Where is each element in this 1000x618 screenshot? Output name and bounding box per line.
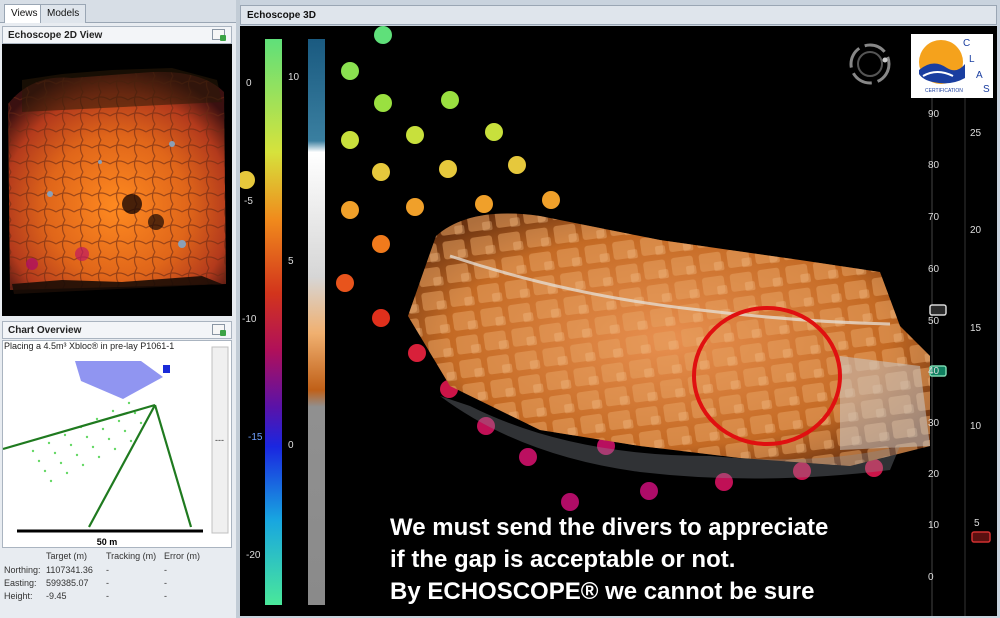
range-tick: 20 [928, 469, 940, 480]
placement-lines [2, 403, 193, 528]
height-error: - [164, 591, 167, 601]
range-tick: 0 [928, 572, 934, 583]
view3d-header: Echoscope 3D [240, 5, 997, 25]
tab-bar: Views Models [0, 0, 236, 23]
easting-error: - [164, 578, 167, 588]
compass-icon[interactable] [849, 43, 891, 85]
left-pane: Views Models Echoscope 2D View Chart Ove… [0, 0, 236, 618]
tab-models[interactable]: Models [40, 4, 87, 23]
view2d-title: Echoscope 2D View [8, 30, 103, 41]
northing-error: - [164, 565, 167, 575]
depth-tick: -20 [246, 550, 261, 561]
echoscope-2d-view[interactable] [2, 44, 232, 316]
intensity-tick: 0 [288, 440, 294, 451]
chart-overview-options-button[interactable] [212, 324, 226, 336]
logo-letter: S [983, 84, 990, 95]
sonar-2d-image [8, 68, 226, 294]
range-tick-secondary: 20 [970, 225, 982, 236]
logo-text: CERTIFICATION [925, 88, 963, 94]
intensity-tick: 5 [288, 256, 294, 267]
chart-overview-canvas[interactable]: --- 50 m [2, 340, 232, 548]
overlay-caption: We must send the divers to appreciate if… [390, 512, 828, 608]
range-tick-secondary: 25 [970, 128, 982, 139]
clas-certification-logo: C L A S CERTIFICATION [911, 34, 993, 98]
side-marker: --- [215, 435, 224, 445]
range-tick: 90 [928, 109, 940, 120]
depth-tick: -15 [248, 432, 263, 443]
tab-views[interactable]: Views [4, 4, 45, 23]
row-label-northing: Northing: [4, 565, 41, 575]
range-tick: 50 [928, 316, 940, 327]
scale-label: 50 m [97, 537, 118, 547]
intensity-color-bar [308, 39, 325, 605]
echoscope-3d-view[interactable]: 0 -5 -10 -15 -20 10 5 0 90 80 70 60 50 4… [240, 26, 997, 616]
table-header-tracking: Tracking (m) [106, 551, 157, 561]
range-marker-bottom [971, 531, 991, 543]
view2d-options-button[interactable] [212, 29, 226, 41]
position-table: Target (m) Tracking (m) Error (m) Northi… [2, 548, 232, 616]
logo-letter: L [969, 54, 975, 65]
table-header-target: Target (m) [46, 551, 88, 561]
range-tick: 70 [928, 212, 940, 223]
range-marker-top [929, 304, 947, 316]
range-tick-secondary: 5 [974, 518, 980, 529]
range-tick-secondary: 10 [970, 421, 982, 432]
vessel-shape [75, 361, 163, 399]
depth-tick: -10 [242, 314, 257, 325]
range-tick: 80 [928, 160, 940, 171]
caption-line: if the gap is acceptable or not. [390, 546, 736, 573]
caption-line: We must send the divers to appreciate [390, 514, 829, 541]
logo-letter: A [976, 70, 983, 81]
table-header-error: Error (m) [164, 551, 200, 561]
chart-overview-title: Chart Overview [8, 325, 82, 336]
chart-overview-plot: --- 50 m [2, 346, 229, 547]
range-tick: 10 [928, 520, 940, 531]
range-tick: 60 [928, 264, 940, 275]
height-tracking: - [106, 591, 109, 601]
row-label-easting: Easting: [4, 578, 37, 588]
easting-tracking: - [106, 578, 109, 588]
depth-tick: -5 [244, 196, 253, 207]
target-marker [163, 365, 170, 373]
range-tick: 40 [928, 366, 940, 377]
intensity-tick: 10 [288, 72, 300, 83]
range-tick: 30 [928, 418, 940, 429]
depth-tick: 0 [246, 78, 252, 89]
northing-tracking: - [106, 565, 109, 575]
depth-color-bar [265, 39, 282, 605]
logo-letter: C [963, 38, 971, 49]
height-target: -9.45 [46, 591, 67, 601]
easting-target: 599385.07 [46, 578, 89, 588]
row-label-height: Height: [4, 591, 33, 601]
range-tick-secondary: 15 [970, 323, 982, 334]
chart-overview-header: Chart Overview [2, 321, 232, 339]
chart-overview-subtitle: Placing a 4.5m³ Xbloc® in pre-lay P1061-… [4, 341, 175, 351]
caption-line: By ECHOSCOPE® we cannot be sure [390, 578, 815, 605]
view3d-title: Echoscope 3D [247, 10, 316, 21]
northing-target: 1107341.36 [46, 565, 93, 575]
view2d-header: Echoscope 2D View [2, 26, 232, 44]
